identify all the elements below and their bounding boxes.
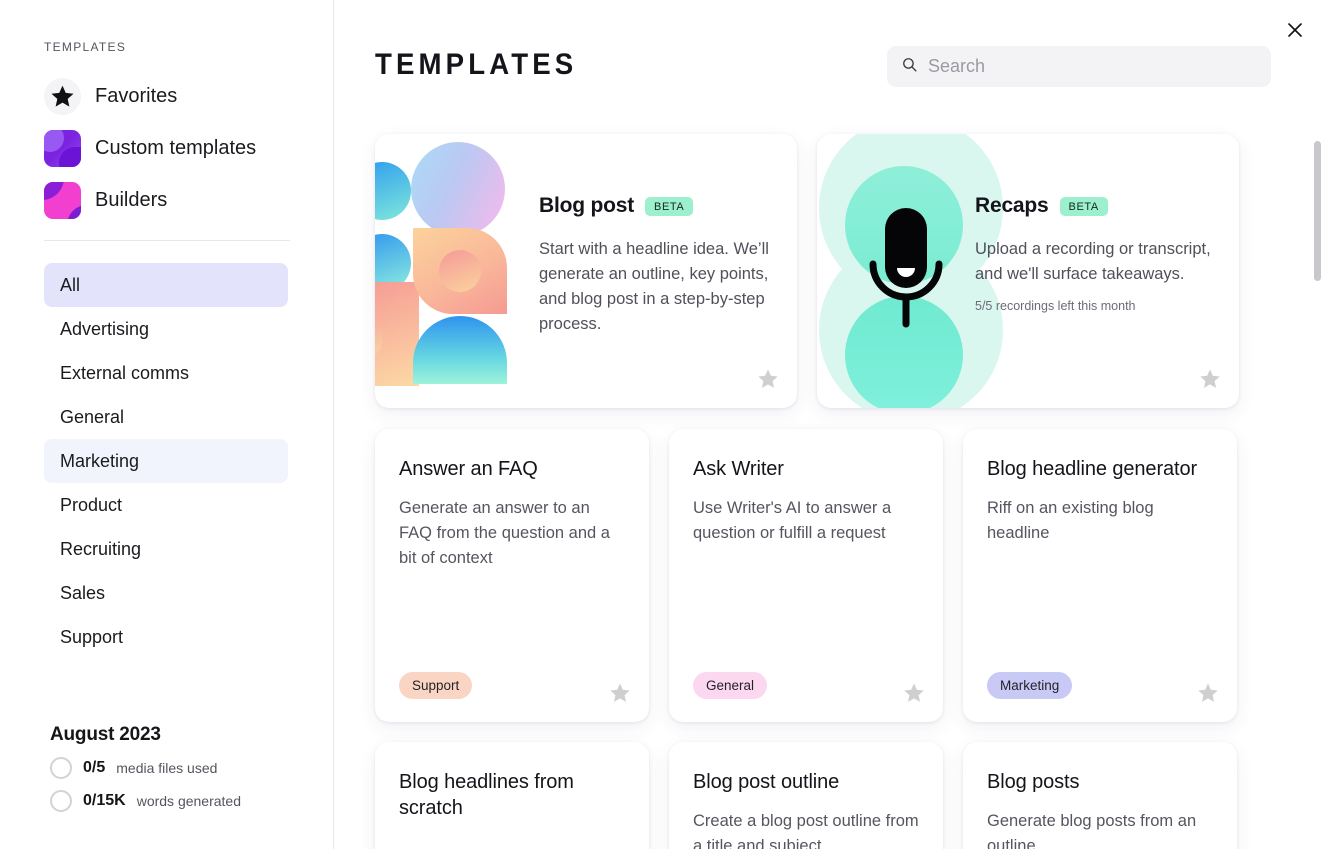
category-list: All Advertising External comms General M… [44,263,288,659]
sidebar-category-advertising[interactable]: Advertising [44,307,288,351]
search-icon [901,56,918,78]
progress-ring-icon [50,790,72,812]
card-header: Blog post BETA [539,194,783,218]
category-tag: Marketing [987,672,1073,699]
usage-period: August 2023 [50,724,161,745]
template-card-blog-posts[interactable]: Blog posts Generate blog posts from an o… [963,742,1237,849]
template-card-blog-post-outline[interactable]: Blog post outline Create a blog post out… [669,742,943,849]
usage-words-count: 0/15K [83,792,126,809]
favorite-star-icon[interactable] [1199,368,1221,390]
sidebar-category-all[interactable]: All [44,263,288,307]
card-title: Blog posts [987,771,1080,793]
sidebar-category-general[interactable]: General [44,395,288,439]
template-card-blog-headlines-from-scratch[interactable]: Blog headlines from scratch [375,742,649,849]
template-card-blog-post[interactable]: Blog post BETA Start with a headline ide… [375,134,797,408]
star-icon [44,77,81,115]
card-title: Blog headline generator [987,458,1198,480]
progress-ring-icon [50,757,72,779]
search-bar[interactable] [887,46,1271,87]
template-row: Blog headlines from scratch Blog post ou… [375,742,1287,849]
custom-templates-icon [44,129,81,167]
card-description: Start with a headline idea. We’ll genera… [539,240,769,333]
template-card-ask-writer[interactable]: Ask Writer Use Writer's AI to answer a q… [669,429,943,722]
usage-summary: August 2023 0/5 media files used 0/15K w… [50,724,320,812]
category-tag: General [693,672,768,699]
featured-row: Blog post BETA Start with a headline ide… [375,134,1287,408]
sidebar-item-label: Custom templates [95,136,257,159]
microphone-icon [863,206,949,336]
template-card-recaps[interactable]: Recaps BETA Upload a recording or transc… [817,134,1239,408]
card-description: Riff on an existing blog headline [987,499,1154,543]
card-description: Generate blog posts from an outline [987,812,1197,849]
sidebar-category-product[interactable]: Product [44,483,288,527]
usage-words: 0/15K words generated [50,790,320,812]
template-grid: Blog post BETA Start with a headline ide… [375,134,1287,849]
sidebar-item-builders[interactable]: Builders [44,174,290,226]
card-description: Use Writer's AI to answer a question or … [693,499,892,543]
sidebar: TEMPLATES Favorites Custom templates Bui… [0,0,334,849]
usage-media-count: 0/5 [83,759,106,776]
favorite-star-icon[interactable] [903,682,925,704]
card-title: Blog post [539,194,635,217]
sidebar-item-label: Builders [95,188,168,211]
sidebar-category-external-comms[interactable]: External comms [44,351,288,395]
card-description: Upload a recording or transcript, and we… [975,240,1211,283]
sidebar-item-label: Favorites [95,84,178,107]
favorite-star-icon[interactable] [757,368,779,390]
favorite-star-icon[interactable] [1197,682,1219,704]
scrollbar-thumb[interactable] [1314,141,1321,281]
template-rows: Answer an FAQ Generate an answer to an F… [375,429,1287,849]
beta-badge: BETA [645,196,694,216]
card-body: Blog post BETA Start with a headline ide… [539,194,783,337]
card-title: Blog headlines from scratch [399,771,574,820]
category-tag: Support [399,672,473,699]
card-title: Ask Writer [693,458,784,480]
card-title: Answer an FAQ [399,458,538,480]
sidebar-category-marketing[interactable]: Marketing [44,439,288,483]
sidebar-divider [44,240,290,241]
sidebar-item-custom-templates[interactable]: Custom templates [44,122,290,174]
close-icon[interactable] [1282,17,1308,43]
sidebar-top-group: Favorites Custom templates Builders [44,70,290,226]
beta-badge: BETA [1059,196,1108,216]
favorite-star-icon[interactable] [609,682,631,704]
sidebar-heading: TEMPLATES [44,40,127,54]
template-card-blog-headline-generator[interactable]: Blog headline generator Riff on an exist… [963,429,1237,722]
usage-media-files: 0/5 media files used [50,757,320,779]
main-panel: TEMPLATES Search Blog post BETA Start wi… [334,0,1326,849]
sidebar-item-favorites[interactable]: Favorites [44,70,290,122]
template-card-answer-an-faq[interactable]: Answer an FAQ Generate an answer to an F… [375,429,649,722]
usage-words-label: words generated [136,793,241,809]
card-header: Recaps BETA [975,194,1219,218]
card-title: Blog post outline [693,771,840,793]
card-body: Recaps BETA Upload a recording or transc… [975,194,1219,313]
blog-post-illustration-icon [375,134,525,408]
page-title: TEMPLATES [375,48,578,81]
sidebar-category-sales[interactable]: Sales [44,571,288,615]
usage-media-label: media files used [116,760,218,776]
sidebar-category-support[interactable]: Support [44,615,288,659]
card-description: Generate an answer to an FAQ from the qu… [399,499,610,567]
card-title: Recaps [975,194,1049,217]
sidebar-category-recruiting[interactable]: Recruiting [44,527,288,571]
search-input[interactable] [928,56,1257,77]
card-description: Create a blog post outline from a title … [693,812,919,849]
template-row: Answer an FAQ Generate an answer to an F… [375,429,1287,722]
card-note: 5/5 recordings left this month [975,298,1136,313]
templates-modal: TEMPLATES Favorites Custom templates Bui… [0,0,1326,849]
builders-icon [44,181,81,219]
